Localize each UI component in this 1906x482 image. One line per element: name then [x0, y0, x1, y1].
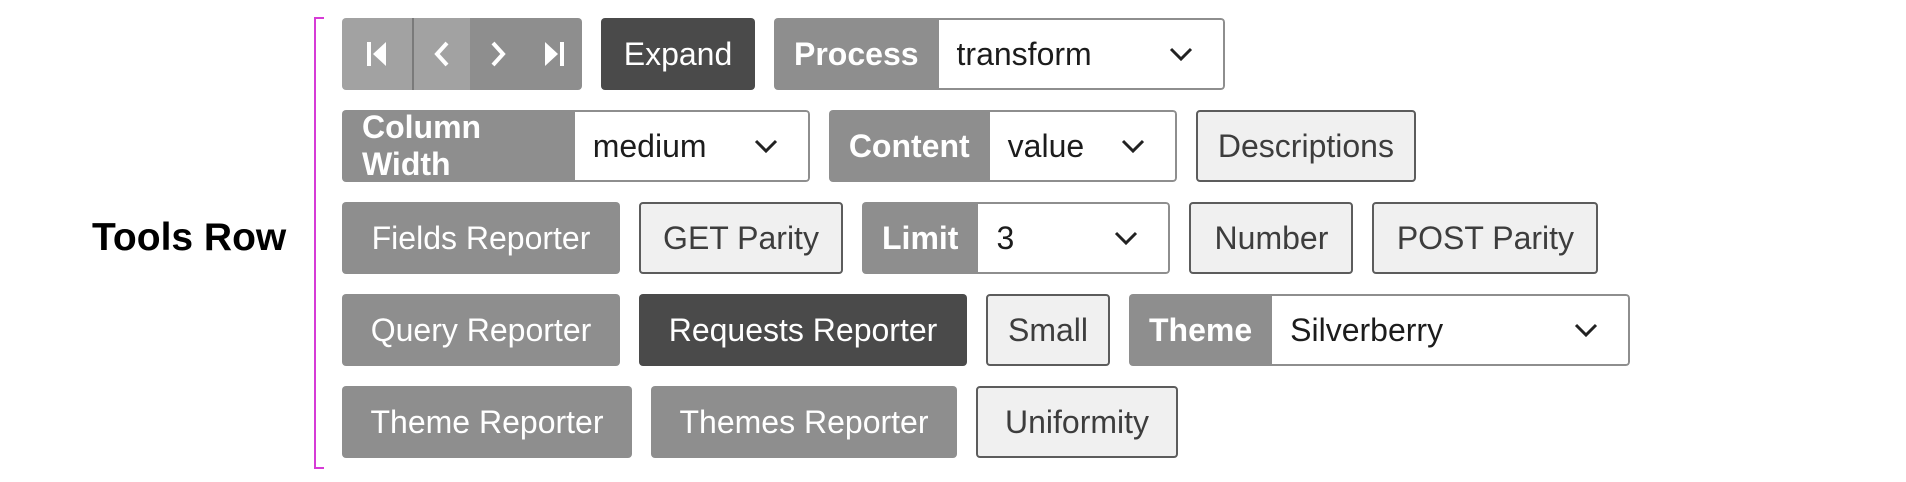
- tools-row-label: Tools Row: [92, 216, 287, 259]
- content-select[interactable]: Content value: [828, 110, 1177, 182]
- chevron-down-icon: [1115, 231, 1138, 245]
- chevron-down-icon: [1575, 323, 1598, 337]
- column-width-select[interactable]: Column Width medium: [342, 110, 810, 182]
- query-reporter-button[interactable]: Query Reporter: [342, 294, 620, 366]
- limit-select[interactable]: Limit 3: [862, 202, 1171, 274]
- column-width-value: medium: [592, 127, 707, 164]
- first-page-icon: [367, 42, 386, 66]
- limit-label: Limit: [862, 202, 979, 274]
- first-page-button[interactable]: [342, 18, 414, 90]
- pagination-nav: [342, 18, 582, 90]
- themes-reporter-button[interactable]: Themes Reporter: [651, 386, 957, 458]
- content-value: value: [1007, 127, 1085, 164]
- tools-row-2: Column Width medium Content value Descri…: [342, 110, 1416, 182]
- last-page-icon: [545, 42, 564, 66]
- row-bracket: [314, 17, 324, 469]
- uniformity-button[interactable]: Uniformity: [976, 386, 1178, 458]
- fields-reporter-button[interactable]: Fields Reporter: [342, 202, 620, 274]
- tools-row-5: Theme Reporter Themes Reporter Uniformit…: [342, 386, 1178, 458]
- descriptions-button[interactable]: Descriptions: [1195, 110, 1416, 182]
- expand-button[interactable]: Expand: [601, 18, 755, 90]
- content-label: Content: [828, 110, 990, 182]
- process-value: transform: [956, 35, 1092, 72]
- theme-select[interactable]: Theme Silverberry: [1129, 294, 1631, 366]
- column-width-dropdown[interactable]: medium: [574, 110, 810, 182]
- chevron-down-icon: [1169, 47, 1192, 61]
- theme-dropdown[interactable]: Silverberry: [1272, 294, 1631, 366]
- chevron-down-icon: [754, 139, 777, 153]
- limit-dropdown[interactable]: 3: [978, 202, 1171, 274]
- theme-label: Theme: [1129, 294, 1273, 366]
- chevron-down-icon: [1121, 139, 1144, 153]
- next-icon: [491, 41, 506, 67]
- column-width-label: Column Width: [342, 110, 575, 182]
- get-parity-button[interactable]: GET Parity: [639, 202, 843, 274]
- process-dropdown[interactable]: transform: [938, 18, 1225, 90]
- tools-row-1: Expand Process transform: [342, 18, 1225, 90]
- previous-icon: [434, 41, 449, 67]
- process-label: Process: [774, 18, 939, 90]
- limit-value: 3: [996, 219, 1015, 256]
- next-button[interactable]: [470, 18, 526, 90]
- number-button[interactable]: Number: [1189, 202, 1354, 274]
- tools-row-4: Query Reporter Requests Reporter Small T…: [342, 294, 1631, 366]
- post-parity-button[interactable]: POST Parity: [1372, 202, 1599, 274]
- tools-row-3: Fields Reporter GET Parity Limit 3 Numbe…: [342, 202, 1599, 274]
- process-select[interactable]: Process transform: [774, 18, 1225, 90]
- last-page-button[interactable]: [526, 18, 582, 90]
- theme-reporter-button[interactable]: Theme Reporter: [342, 386, 632, 458]
- small-button[interactable]: Small: [986, 294, 1110, 366]
- previous-button[interactable]: [414, 18, 470, 90]
- content-dropdown[interactable]: value: [989, 110, 1177, 182]
- requests-reporter-button[interactable]: Requests Reporter: [639, 294, 967, 366]
- theme-value: Silverberry: [1290, 311, 1444, 348]
